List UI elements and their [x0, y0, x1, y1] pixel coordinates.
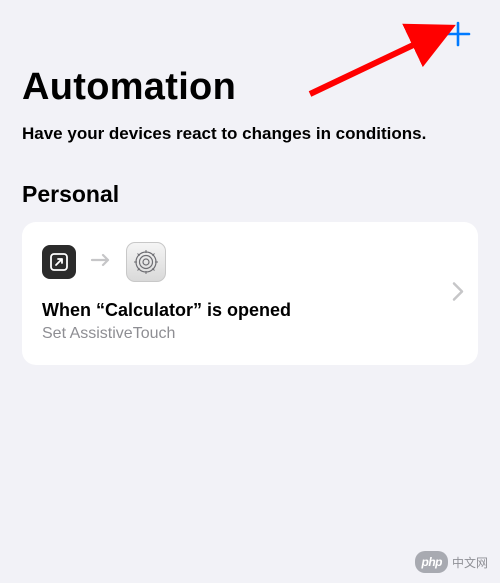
- automation-subtitle: Set AssistiveTouch: [42, 325, 460, 343]
- automation-icon-row: [42, 242, 460, 282]
- arrow-right-icon: [90, 251, 112, 274]
- watermark-text: 中文网: [452, 554, 488, 571]
- section-title: Personal: [22, 181, 478, 208]
- shortcuts-app-icon: [42, 245, 76, 279]
- automation-title: When “Calculator” is opened: [42, 300, 460, 321]
- page-subtitle: Have your devices react to changes in co…: [22, 123, 478, 145]
- chevron-right-icon: [452, 281, 464, 306]
- page-title: Automation: [22, 66, 478, 109]
- settings-app-icon: [126, 242, 166, 282]
- automation-card[interactable]: When “Calculator” is opened Set Assistiv…: [22, 222, 478, 365]
- add-button[interactable]: [442, 18, 474, 50]
- plus-icon: [445, 21, 471, 47]
- watermark: php 中文网: [415, 551, 488, 573]
- header: [22, 0, 478, 48]
- watermark-badge: php: [415, 551, 448, 573]
